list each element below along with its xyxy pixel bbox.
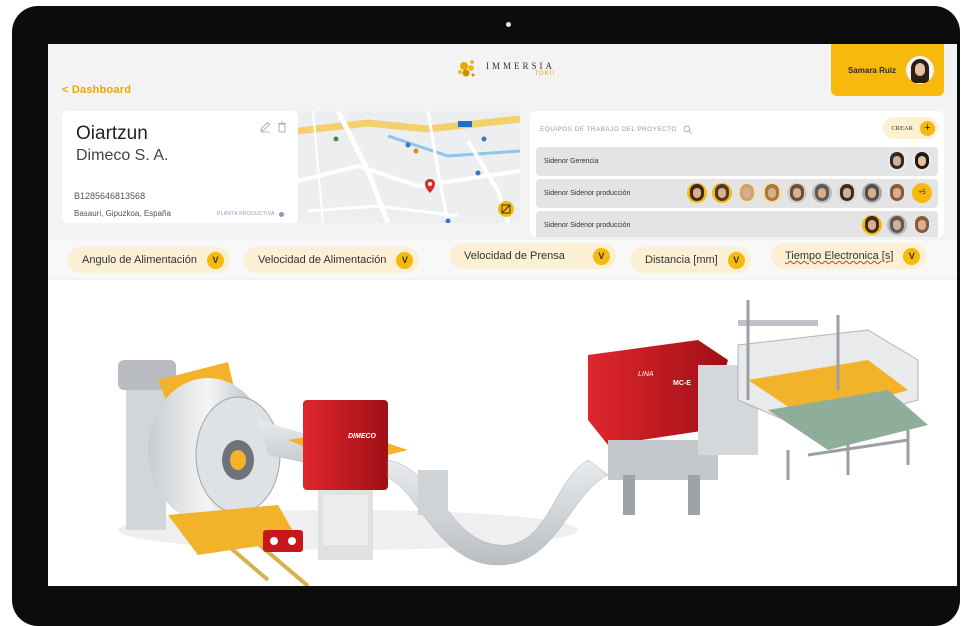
param-value-badge: V — [592, 247, 610, 265]
user-avatar — [906, 56, 934, 84]
screen-bottom-bezel — [48, 586, 957, 600]
more-members-badge[interactable]: +5 — [912, 183, 932, 203]
create-team-button[interactable]: CREAR + — [883, 117, 938, 139]
company-location: Basauri, Gipuzkoa, España — [74, 209, 171, 218]
user-name: Samara Ruiz — [847, 65, 896, 75]
back-to-dashboard-link[interactable]: < Dashboard — [62, 84, 131, 96]
param-value-badge: V — [206, 251, 224, 269]
member-avatar — [862, 215, 882, 235]
teams-title-label: EQUIPOS DE TRABAJO DEL PROYECTO — [540, 126, 677, 133]
user-menu[interactable]: Samara Ruiz — [831, 44, 944, 96]
search-icon[interactable] — [683, 125, 692, 134]
brand-logo: IMMERSIA TOKII — [456, 58, 555, 80]
plant-tag: PLANTA PRODUCTIVA — [217, 211, 284, 217]
member-avatar — [887, 183, 907, 203]
param-tiempo-electronica[interactable]: Tiempo Electronica [s] V — [771, 243, 927, 269]
teams-title: EQUIPOS DE TRABAJO DEL PROYECTO — [540, 125, 692, 134]
member-avatar — [912, 215, 932, 235]
brand-subtitle: TOKII — [534, 71, 556, 77]
member-avatar — [737, 183, 757, 203]
member-avatar — [862, 183, 882, 203]
map-graphic — [298, 111, 520, 223]
press-label: LINA — [638, 371, 654, 378]
member-avatar — [887, 151, 907, 171]
member-avatar — [887, 215, 907, 235]
company-legal-name: Dimeco S. A. — [76, 147, 169, 164]
location-map[interactable] — [298, 111, 520, 223]
team-members — [862, 215, 932, 235]
member-avatar — [912, 151, 932, 171]
param-label: Angulo de Alimentación — [82, 254, 197, 266]
app-screen: < Dashboard IMMERSIA TOKII Samara Ruiz O… — [48, 44, 957, 600]
company-card: Oiartzun Dimeco S. A. B1285646813568 Bas… — [62, 111, 298, 223]
tag-dot-icon — [278, 211, 284, 217]
team-row-produccion-2[interactable]: Sidenor Sidenor producción — [536, 211, 938, 237]
camera-dot — [506, 22, 511, 27]
param-angulo-alimentacion[interactable]: Angulo de Alimentación V — [68, 247, 230, 273]
create-team-label: CREAR — [891, 124, 913, 132]
member-avatar — [762, 183, 782, 203]
param-label: Tiempo Electronica [s] — [785, 250, 894, 262]
member-avatar — [787, 183, 807, 203]
map-pin-icon — [425, 179, 435, 193]
team-members: +5 — [687, 183, 932, 203]
team-members — [887, 151, 932, 171]
trash-icon[interactable] — [277, 121, 287, 133]
param-distancia[interactable]: Distancia [mm] V — [631, 247, 751, 273]
param-label: Distancia [mm] — [645, 254, 718, 266]
param-label: Velocidad de Prensa — [464, 250, 565, 262]
machine-brand: DIMECO — [348, 433, 377, 440]
team-row-label: Sidenor Sidenor producción — [544, 190, 631, 197]
plant-tag-label: PLANTA PRODUCTIVA — [217, 211, 275, 217]
teams-panel: EQUIPOS DE TRABAJO DEL PROYECTO CREAR + … — [530, 111, 944, 237]
team-row-label: Sidenor Sidenor producción — [544, 222, 631, 229]
plus-icon: + — [920, 120, 935, 136]
member-avatar — [687, 183, 707, 203]
member-avatar — [712, 183, 732, 203]
production-line-graphic: DIMECO LINA MC-E — [118, 300, 928, 588]
press-model: MC-E — [673, 380, 691, 387]
edit-icon[interactable] — [259, 121, 271, 133]
parameter-bar: Angulo de Alimentación V Velocidad de Al… — [48, 240, 957, 278]
brand-title: IMMERSIA — [486, 61, 556, 71]
team-row-label: Sidenor Gerencia — [544, 158, 599, 165]
tablet-frame: < Dashboard IMMERSIA TOKII Samara Ruiz O… — [12, 6, 960, 626]
company-id: B1285646813568 — [74, 191, 146, 201]
param-velocidad-alimentacion[interactable]: Velocidad de Alimentación V — [244, 247, 420, 273]
param-label: Velocidad de Alimentación — [258, 254, 387, 266]
param-value-badge: V — [903, 247, 921, 265]
machine-3d-view[interactable]: DIMECO LINA MC-E — [48, 280, 957, 588]
logo-mark-icon — [458, 60, 475, 77]
team-row-produccion[interactable]: Sidenor Sidenor producción +5 — [536, 179, 938, 208]
team-row-gerencia[interactable]: Sidenor Gerencia — [536, 147, 938, 176]
param-value-badge: V — [727, 251, 745, 269]
member-avatar — [837, 183, 857, 203]
map-expand-icon[interactable] — [498, 201, 514, 217]
member-avatar — [812, 183, 832, 203]
param-value-badge: V — [396, 251, 414, 269]
param-velocidad-prensa[interactable]: Velocidad de Prensa V — [450, 243, 616, 269]
company-name: Oiartzun — [76, 123, 148, 144]
